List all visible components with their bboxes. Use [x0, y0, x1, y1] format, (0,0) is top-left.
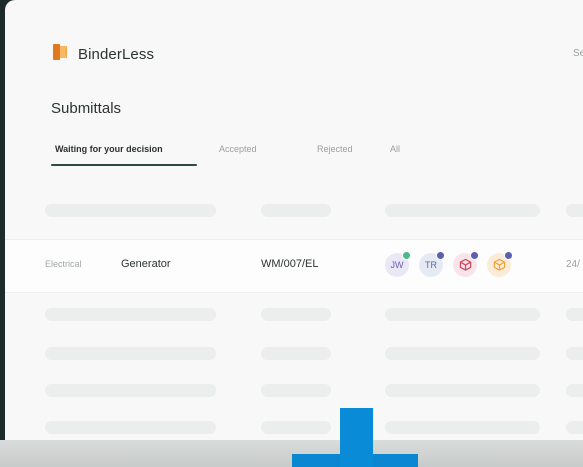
- skeleton-pill: [566, 421, 583, 434]
- reviewer-avatar[interactable]: [453, 251, 479, 277]
- skeleton-pill: [45, 308, 216, 321]
- skeleton-pill: [45, 347, 216, 360]
- app-name: BinderLess: [78, 46, 155, 63]
- page-title: Submittals: [51, 100, 122, 117]
- skeleton-pill: [566, 308, 583, 321]
- search-hint[interactable]: Se: [573, 48, 583, 59]
- skeleton-pill: [566, 384, 583, 397]
- reviewer-avatar[interactable]: JW: [385, 251, 411, 277]
- skeleton-row: [5, 308, 583, 322]
- skeleton-pill: [261, 421, 331, 434]
- skeleton-pill: [385, 204, 540, 217]
- skeleton-row: [5, 347, 583, 361]
- status-dot: [470, 251, 479, 260]
- tab-rejected[interactable]: Rejected: [317, 144, 353, 154]
- reviewer-avatar[interactable]: TR: [419, 251, 445, 277]
- cube-icon: [493, 258, 506, 273]
- skeleton-pill: [45, 384, 216, 397]
- skeleton-row: [5, 421, 583, 435]
- skeleton-pill: [566, 204, 583, 217]
- tab-waiting-for-decision[interactable]: Waiting for your decision: [55, 144, 163, 154]
- skeleton-pill: [261, 204, 331, 217]
- active-tab-indicator: [51, 164, 197, 166]
- tab-accepted[interactable]: Accepted: [219, 144, 257, 154]
- app-logo[interactable]: BinderLess: [51, 42, 154, 67]
- reviewer-avatar[interactable]: [487, 251, 513, 277]
- avatar-initials: TR: [425, 260, 437, 270]
- status-dot: [504, 251, 513, 260]
- skeleton-pill: [385, 421, 540, 434]
- binderless-logo-icon: [51, 42, 71, 67]
- row-discipline: Electrical: [45, 259, 82, 269]
- skeleton-pill: [385, 308, 540, 321]
- row-date: 24/: [566, 259, 580, 270]
- status-dot: [436, 251, 445, 260]
- skeleton-pill: [385, 384, 540, 397]
- skeleton-row: [5, 204, 583, 218]
- skeleton-pill: [45, 421, 216, 434]
- blue-highlight-bar: [340, 408, 373, 467]
- cube-icon: [459, 258, 472, 273]
- skeleton-pill: [261, 384, 331, 397]
- skeleton-pill: [566, 347, 583, 360]
- row-title: Generator: [121, 258, 171, 270]
- skeleton-pill: [45, 204, 216, 217]
- tab-all[interactable]: All: [390, 144, 400, 154]
- row-code: WM/007/EL: [261, 258, 319, 270]
- avatar-initials: JW: [390, 260, 404, 270]
- app-window: BinderLess Se Submittals Waiting for you…: [5, 0, 583, 467]
- skeleton-row: [5, 384, 583, 398]
- skeleton-pill: [385, 347, 540, 360]
- skeleton-pill: [261, 308, 331, 321]
- skeleton-pill: [261, 347, 331, 360]
- table-row[interactable]: Electrical Generator WM/007/EL JW TR 24/: [5, 239, 583, 293]
- status-dot: [402, 251, 411, 260]
